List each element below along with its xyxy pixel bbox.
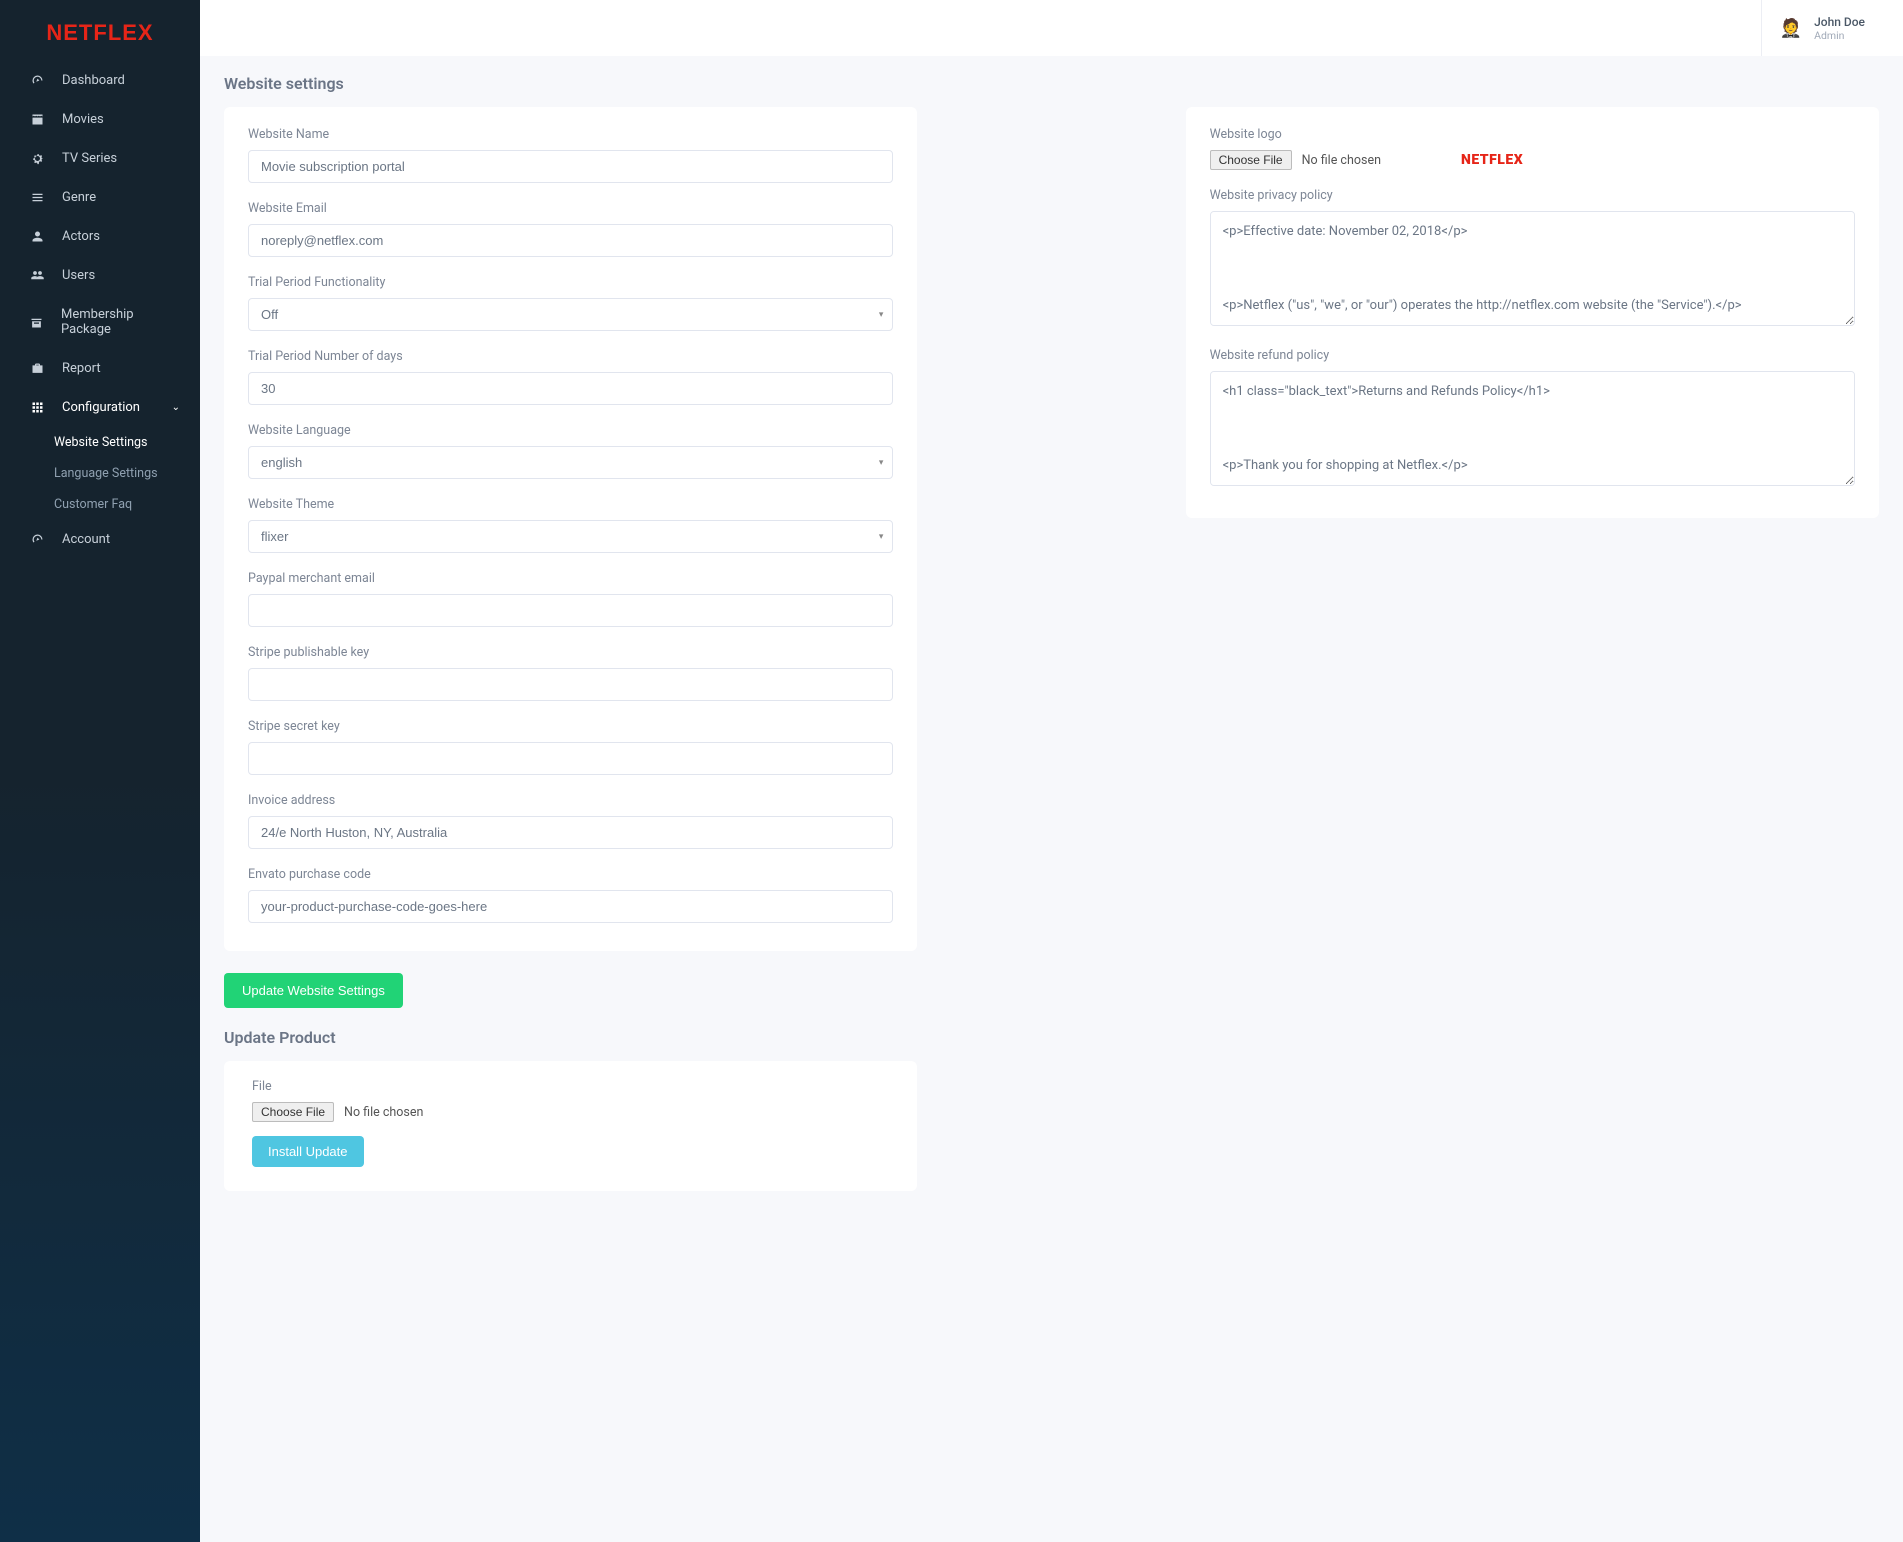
sidebar-item-label: Report: [62, 361, 101, 376]
sidebar-item-users[interactable]: Users: [0, 256, 200, 295]
envato-label: Envato purchase code: [248, 867, 893, 882]
refund-label: Website refund policy: [1210, 348, 1855, 363]
sidebar-item-label: Actors: [62, 229, 100, 244]
invoice-input[interactable]: [248, 816, 893, 849]
privacy-textarea[interactable]: [1210, 211, 1855, 326]
sidebar: NETFLEX Dashboard Movies TV Series Genre…: [0, 0, 200, 1542]
sidebar-item-label: Membership Package: [61, 307, 180, 337]
main-content: Website settings Website Name Website Em…: [200, 0, 1903, 1231]
sidebar-item-dashboard[interactable]: Dashboard: [0, 61, 200, 100]
language-select[interactable]: english: [248, 446, 893, 479]
website-name-label: Website Name: [248, 127, 893, 142]
file-status-update: No file chosen: [344, 1105, 423, 1120]
page-title: Website settings: [224, 74, 1879, 93]
stripe-pub-input[interactable]: [248, 668, 893, 701]
sidebar-item-label: Configuration: [62, 400, 140, 415]
brand-text: NETFLEX: [46, 20, 153, 45]
refund-textarea[interactable]: [1210, 371, 1855, 486]
logo-preview: NETFLEX: [1461, 152, 1523, 168]
package-icon: [28, 315, 45, 330]
invoice-label: Invoice address: [248, 793, 893, 808]
paypal-input[interactable]: [248, 594, 893, 627]
website-email-input[interactable]: [248, 224, 893, 257]
file-label: File: [252, 1079, 889, 1094]
trial-fn-label: Trial Period Functionality: [248, 275, 893, 290]
user-role: Admin: [1814, 29, 1865, 42]
person-icon: [28, 229, 46, 244]
speedometer-icon: [28, 532, 46, 547]
sub-item-customer-faq[interactable]: Customer Faq: [0, 489, 200, 520]
sidebar-item-movies[interactable]: Movies: [0, 100, 200, 139]
grid-icon: [28, 400, 46, 415]
stripe-sec-input[interactable]: [248, 742, 893, 775]
sub-item-website-settings[interactable]: Website Settings: [0, 427, 200, 458]
stripe-pub-label: Stripe publishable key: [248, 645, 893, 660]
sidebar-item-report[interactable]: Report: [0, 349, 200, 388]
language-label: Website Language: [248, 423, 893, 438]
settings-card-right: Website logo Choose File No file chosen …: [1186, 107, 1879, 518]
speedometer-icon: [28, 73, 46, 88]
sidebar-item-label: TV Series: [62, 151, 117, 166]
trial-days-input[interactable]: [248, 372, 893, 405]
stripe-sec-label: Stripe secret key: [248, 719, 893, 734]
trial-fn-select[interactable]: Off: [248, 298, 893, 331]
sub-item-language-settings[interactable]: Language Settings: [0, 458, 200, 489]
theme-select[interactable]: flixer: [248, 520, 893, 553]
gear-icon: [28, 151, 46, 166]
install-update-button[interactable]: Install Update: [252, 1136, 364, 1167]
sidebar-item-membership[interactable]: Membership Package: [0, 295, 200, 349]
website-email-label: Website Email: [248, 201, 893, 216]
sidebar-item-actors[interactable]: Actors: [0, 217, 200, 256]
sidebar-item-account[interactable]: Account: [0, 520, 200, 559]
sidebar-item-configuration[interactable]: Configuration ⌄: [0, 388, 200, 427]
sidebar-item-genre[interactable]: Genre: [0, 178, 200, 217]
paypal-label: Paypal merchant email: [248, 571, 893, 586]
settings-card-left: Website Name Website Email Trial Period …: [224, 107, 917, 951]
file-status-logo: No file chosen: [1302, 153, 1381, 168]
avatar-icon: 🤵: [1780, 17, 1802, 39]
update-product-card: File Choose File No file chosen Install …: [224, 1061, 917, 1191]
brand-logo: NETFLEX: [0, 0, 200, 61]
user-menu[interactable]: 🤵 John Doe Admin: [1761, 0, 1883, 56]
logo-label: Website logo: [1210, 127, 1855, 142]
envato-input[interactable]: [248, 890, 893, 923]
topbar: 🤵 John Doe Admin: [200, 0, 1903, 56]
sidebar-item-label: Genre: [62, 190, 96, 205]
update-product-title: Update Product: [224, 1028, 917, 1047]
sidebar-item-label: Dashboard: [62, 73, 125, 88]
choose-file-button-logo[interactable]: Choose File: [1210, 150, 1292, 170]
sidebar-item-label: Account: [62, 532, 110, 547]
sidebar-item-tvseries[interactable]: TV Series: [0, 139, 200, 178]
privacy-label: Website privacy policy: [1210, 188, 1855, 203]
trial-days-label: Trial Period Number of days: [248, 349, 893, 364]
website-name-input[interactable]: [248, 150, 893, 183]
chevron-down-icon: ⌄: [172, 402, 180, 413]
list-icon: [28, 190, 46, 205]
choose-file-button-update[interactable]: Choose File: [252, 1102, 334, 1122]
film-icon: [28, 112, 46, 127]
sidebar-item-label: Users: [62, 268, 95, 283]
people-icon: [28, 268, 46, 283]
user-name: John Doe: [1814, 15, 1865, 29]
theme-label: Website Theme: [248, 497, 893, 512]
update-settings-button[interactable]: Update Website Settings: [224, 973, 403, 1008]
sidebar-item-label: Movies: [62, 112, 104, 127]
briefcase-icon: [28, 361, 46, 376]
